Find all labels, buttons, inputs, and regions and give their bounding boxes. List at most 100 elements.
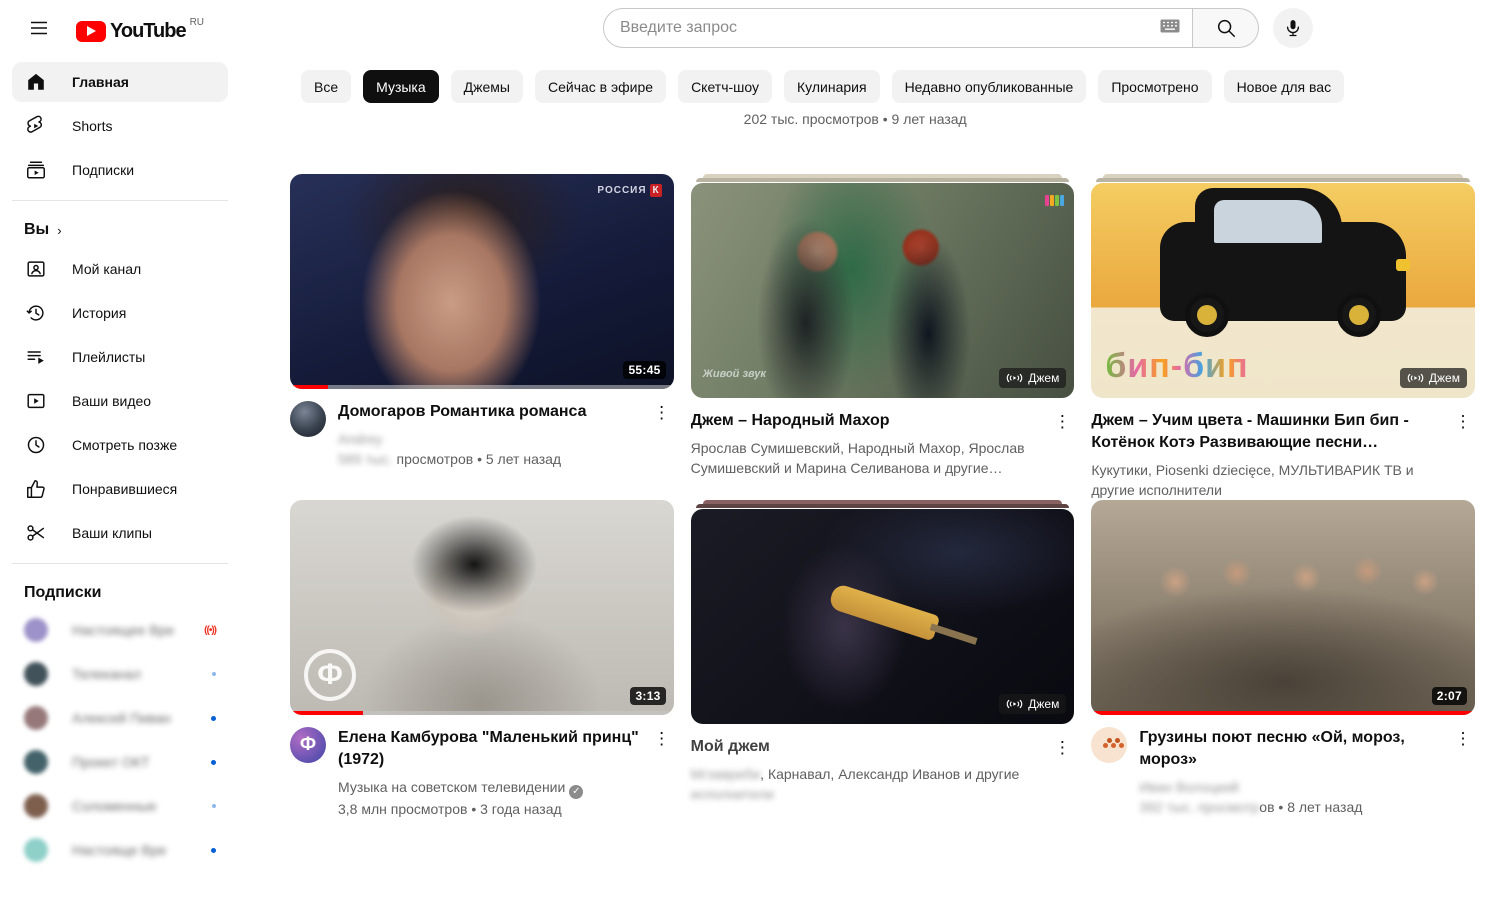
chip-cooking[interactable]: Кулинария [784, 70, 880, 103]
chip-sketch[interactable]: Скетч-шоу [678, 70, 772, 103]
video-title[interactable]: Елена Камбурова "Маленький принц" (1972) [338, 727, 650, 771]
sidebar-subscription-channel[interactable]: Проект ОКТ [12, 742, 228, 782]
kebab-menu-icon[interactable]: ⋮ [1451, 727, 1475, 751]
sidebar-divider [12, 200, 228, 201]
mix-thumbnail[interactable]: бип-бип Джем [1091, 183, 1475, 398]
video-card: РОССИЯК 55:45 Домогаров Романтика романс… [290, 174, 674, 500]
youtube-wordmark: YouTube [110, 20, 186, 43]
video-meta: 3,8 млн просмотров • 3 года назад [338, 799, 650, 819]
video-title[interactable]: Грузины поют песню «Ой, мороз, мороз» [1139, 727, 1451, 771]
shorts-icon [24, 114, 48, 138]
my-channel-icon [24, 257, 48, 281]
video-thumbnail[interactable]: Ф 3:13 [290, 500, 674, 715]
kebab-menu-icon[interactable]: ⋮ [1451, 410, 1475, 434]
mix-byline: Кукутики, Piosenki dziecięce, МУЛЬТИВАРИ… [1091, 460, 1451, 500]
sidebar-item-watch-later[interactable]: Смотреть позже [12, 425, 228, 465]
channel-name[interactable]: Иван Волоцкий [1139, 779, 1238, 795]
main-content: Все Музыка Джемы Сейчас в эфире Скетч-шо… [240, 56, 1487, 904]
sidebar-subscriptions-header: Подписки [12, 578, 228, 610]
watch-progress-track [1091, 711, 1475, 715]
mix-byline: Ярослав Сумишевский, Народный Махор, Яро… [691, 438, 1051, 478]
new-content-dot [211, 760, 216, 765]
hamburger-menu-icon[interactable] [19, 8, 59, 48]
youtube-logo[interactable]: YouTube RU [76, 14, 204, 43]
mix-thumbnail[interactable]: Джем [691, 509, 1075, 724]
sidebar-item-subscriptions[interactable]: Подписки [12, 150, 228, 190]
search-input[interactable] [620, 19, 1152, 37]
chip-recently-uploaded[interactable]: Недавно опубликованные [892, 70, 1087, 103]
chip-watched[interactable]: Просмотрено [1098, 70, 1211, 103]
video-thumbnail[interactable]: 2:07 [1091, 500, 1475, 715]
channel-name[interactable]: Andrey [338, 431, 382, 447]
sidebar-item-playlists[interactable]: Плейлисты [12, 337, 228, 377]
sidebar-item-your-videos[interactable]: Ваши видео [12, 381, 228, 421]
mix-thumbnail[interactable]: Живой звук Джем [691, 183, 1075, 398]
channel-avatar [24, 662, 48, 686]
sidebar-item-home[interactable]: Главная [12, 62, 228, 102]
mix-title[interactable]: Джем – Народный Махор [691, 410, 1051, 432]
sidebar-subscription-channel[interactable]: Настояще Вре [12, 830, 228, 870]
chip-live[interactable]: Сейчас в эфире [535, 70, 666, 103]
mix-title[interactable]: Джем – Учим цвета - Машинки Бип бип - Ко… [1091, 410, 1451, 454]
watch-progress-track [290, 385, 674, 389]
kebab-menu-icon[interactable]: ⋮ [1050, 736, 1074, 760]
kebab-menu-icon[interactable]: ⋮ [1050, 410, 1074, 434]
sidebar-subscription-channel[interactable]: Алексей Пиван [12, 698, 228, 738]
new-content-dot [212, 672, 216, 676]
mix-badge: Джем [999, 368, 1066, 388]
channel-avatar[interactable]: Ф [290, 727, 326, 763]
mix-stack-decoration [696, 178, 1070, 182]
watch-later-icon [24, 433, 48, 457]
duration-badge: 55:45 [623, 361, 665, 379]
video-title[interactable]: Домогаров Романтика романса [338, 401, 650, 423]
sidebar-you-header[interactable]: Вы › [12, 215, 228, 249]
sidebar-item-history[interactable]: История [12, 293, 228, 333]
mix-title[interactable]: Мой джем [691, 736, 1051, 758]
cartoon-car-illustration [1160, 222, 1406, 321]
new-content-dot [212, 804, 216, 808]
new-content-dot [211, 716, 216, 721]
sidebar-subscription-channel[interactable]: Соломенные [12, 786, 228, 826]
mix-card: Живой звук Джем Джем – Народный Махор Яр… [691, 174, 1075, 500]
sidebar-item-shorts[interactable]: Shorts [12, 106, 228, 146]
sidebar-subscription-channel[interactable]: Телеканал [12, 654, 228, 694]
watch-progress-bar [290, 385, 328, 389]
filter-chip-bar: Все Музыка Джемы Сейчас в эфире Скетч-шо… [240, 56, 1487, 103]
chip-music[interactable]: Музыка [363, 70, 439, 103]
your-videos-icon [24, 389, 48, 413]
sidebar-item-your-clips[interactable]: Ваши клипы [12, 513, 228, 553]
live-badge-icon: ((•)) [204, 625, 216, 636]
mix-card: бип-бип Джем Джем – Учим цвета - Машинки… [1091, 174, 1475, 500]
channel-avatar [24, 750, 48, 774]
sidebar-item-my-channel[interactable]: Мой канал [12, 249, 228, 289]
channel-avatar [24, 794, 48, 818]
keyboard-icon[interactable] [1160, 19, 1180, 38]
duration-badge: 3:13 [630, 687, 665, 705]
sidebar-subscription-channel[interactable]: Настоящее Вре ((•)) [12, 610, 228, 650]
chip-new-to-you[interactable]: Новое для вас [1224, 70, 1345, 103]
chip-all[interactable]: Все [301, 70, 351, 103]
mix-card: Джем Мой джем Мгзавреби, Карнавал, Алекс… [691, 500, 1075, 819]
search-button[interactable] [1193, 8, 1259, 48]
kebab-menu-icon[interactable]: ⋮ [650, 401, 674, 425]
broadcast-icon [1407, 372, 1424, 384]
sidebar: Главная Shorts Подписки Вы › Мой канал И… [0, 56, 240, 904]
channel-avatar[interactable] [1091, 727, 1127, 763]
video-grid: РОССИЯК 55:45 Домогаров Романтика романс… [240, 174, 1487, 819]
sidebar-item-liked-videos[interactable]: Понравившиеся [12, 469, 228, 509]
bip-bip-title-art: бип-бип [1105, 347, 1248, 386]
mic-icon [1283, 18, 1303, 38]
partial-video-meta: 202 тыс. просмотров • 9 лет назад [691, 111, 1075, 127]
video-meta: 392 тыс. просмотров • 8 лет назад [1139, 797, 1451, 817]
video-thumbnail[interactable]: РОССИЯК 55:45 [290, 174, 674, 389]
channel-avatar [24, 706, 48, 730]
tv-logo-watermark: Ф [304, 649, 356, 701]
chip-jams[interactable]: Джемы [451, 70, 523, 103]
channel-avatar[interactable] [290, 401, 326, 437]
voice-search-button[interactable] [1273, 8, 1313, 48]
channel-name[interactable]: Музыка на советском телевидении [338, 779, 565, 795]
scissors-icon [24, 521, 48, 545]
mix-badge: Джем [999, 694, 1066, 714]
video-card: Ф 3:13 Ф Елена Камбурова "Маленький прин… [290, 500, 674, 819]
kebab-menu-icon[interactable]: ⋮ [650, 727, 674, 751]
